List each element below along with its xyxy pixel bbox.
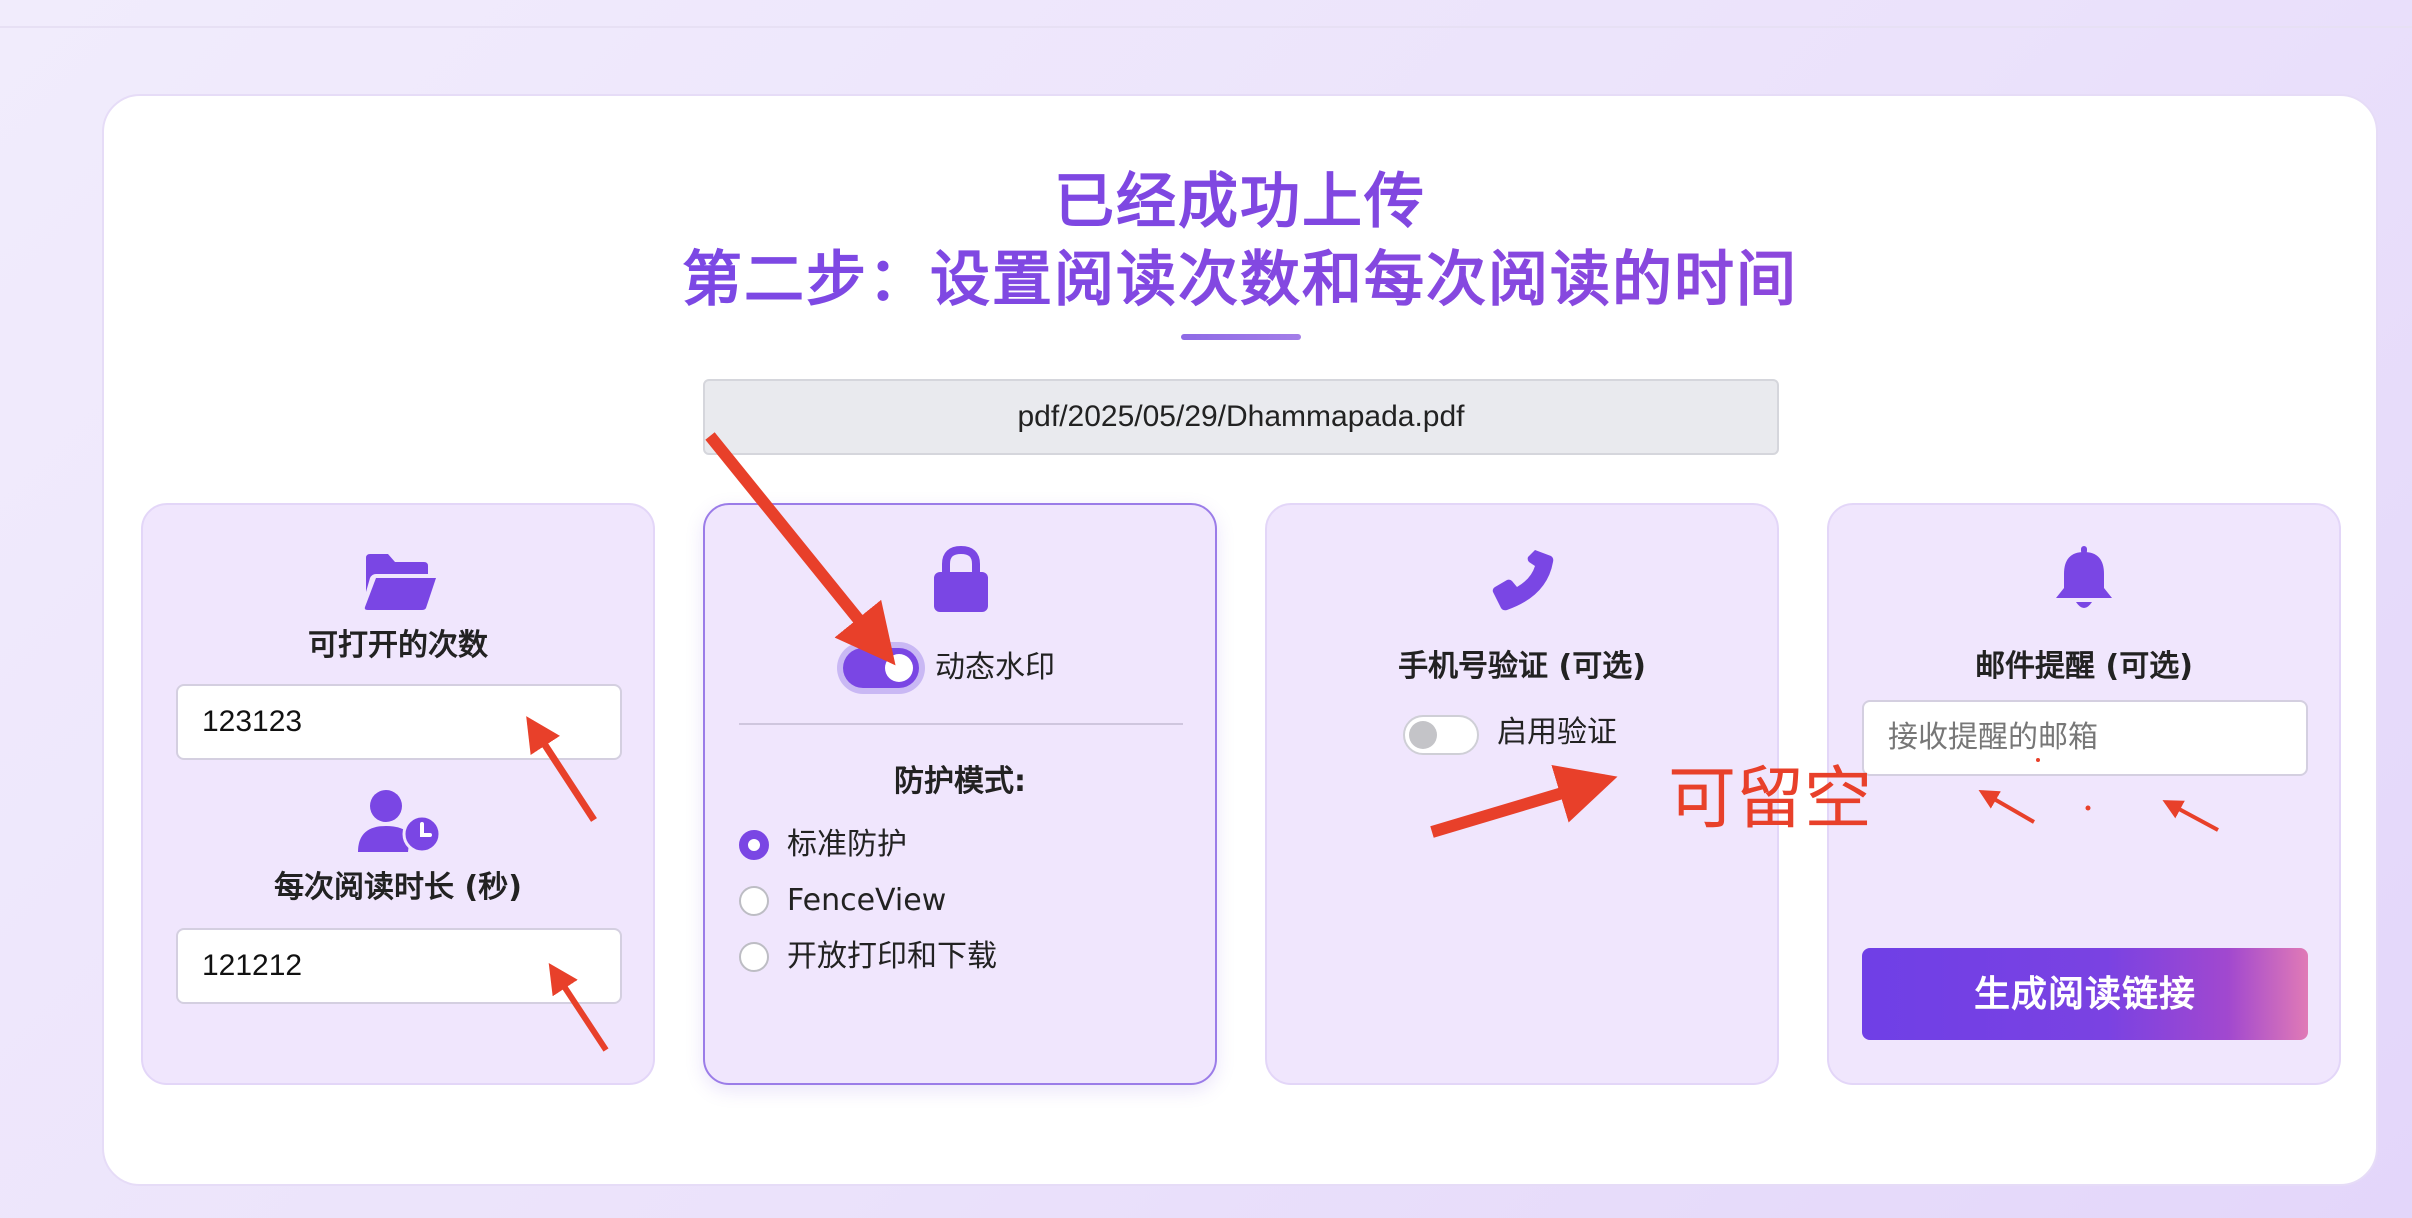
radio-fenceview-label[interactable]: FenceView xyxy=(787,881,946,921)
page-subtitle: 第二步：设置阅读次数和每次阅读的时间 xyxy=(102,244,2378,316)
watermark-toggle[interactable] xyxy=(843,648,919,688)
user-clock-icon xyxy=(358,788,442,854)
bell-icon xyxy=(2054,546,2114,614)
duration-input[interactable] xyxy=(176,928,622,1004)
radio-standard-label[interactable]: 标准防护 xyxy=(787,825,907,865)
card-email-reminder: 邮件提醒 (可选) 生成阅读链接 xyxy=(1827,503,2341,1085)
card-protection: 动态水印 防护模式: 标准防护 FenceView 开放打印和下载 xyxy=(703,503,1217,1085)
generate-link-button[interactable]: 生成阅读链接 xyxy=(1862,948,2308,1040)
card-divider xyxy=(739,723,1183,725)
watermark-toggle-label: 动态水印 xyxy=(935,650,1055,685)
annotation-note: 可留空 xyxy=(1668,760,1873,839)
toggle-knob xyxy=(1409,721,1437,749)
radio-open-print[interactable] xyxy=(739,942,769,972)
protection-mode-heading: 防护模式: xyxy=(894,764,1026,799)
title-underline xyxy=(1181,334,1301,340)
phone-verify-label: 手机号验证 (可选) xyxy=(1398,649,1646,684)
radio-fenceview[interactable] xyxy=(739,886,769,916)
radio-standard[interactable] xyxy=(739,830,769,860)
open-count-input[interactable] xyxy=(176,684,622,760)
phone-verify-toggle-label: 启用验证 xyxy=(1497,715,1617,750)
radio-open-print-label[interactable]: 开放打印和下载 xyxy=(787,937,997,977)
lock-icon xyxy=(932,546,990,612)
toggle-knob xyxy=(885,654,913,682)
phone-icon xyxy=(1489,546,1557,614)
top-divider xyxy=(0,26,2412,28)
open-count-label: 可打开的次数 xyxy=(308,628,488,663)
email-input[interactable] xyxy=(1862,700,2308,776)
page-title: 已经成功上传 xyxy=(102,166,2378,238)
duration-label: 每次阅读时长 (秒) xyxy=(274,870,522,905)
phone-verify-toggle[interactable] xyxy=(1403,715,1479,755)
file-path-display: pdf/2025/05/29/Dhammapada.pdf xyxy=(703,379,1779,455)
email-reminder-label: 邮件提醒 (可选) xyxy=(1975,649,2193,684)
card-read-settings: 可打开的次数 每次阅读时长 (秒) xyxy=(141,503,655,1085)
folder-open-icon xyxy=(362,552,438,612)
